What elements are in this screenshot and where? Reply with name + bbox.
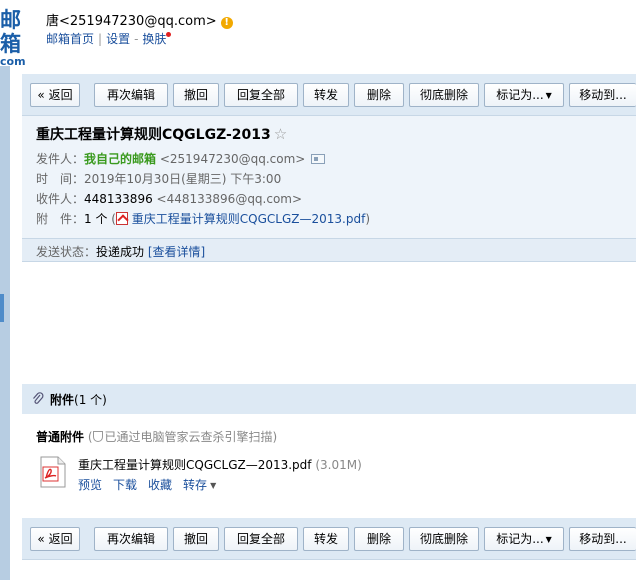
sender-name[interactable]: 我自己的邮箱 [84,152,156,166]
attachment-link[interactable]: 重庆工程量计算规则CQGCLGZ—2013.pdf [132,212,366,226]
recall-button[interactable]: 撤回 [173,527,219,551]
attachments-title: 附件(1 个) [50,391,107,408]
mail-toolbar-top: « 返回 再次编辑 撤回 回复全部 转发 删除 彻底删除 标记为... ▼ 移动到… [22,74,636,116]
left-sidebar-edge [0,66,10,580]
back-button[interactable]: « 返回 [30,527,80,551]
star-icon[interactable]: ☆ [274,125,287,143]
mailbox-home-link[interactable]: 邮箱首页 [46,32,94,46]
link-separator: | [98,32,103,46]
delete-permanently-button[interactable]: 彻底删除 [409,527,479,551]
attachments-count: (1 个) [74,393,107,407]
logo-text: 邮箱 [0,8,21,56]
mail-header: 重庆工程量计算规则CQGLGZ-2013 ☆ 发件人：我自己的邮箱 <251947… [22,116,636,238]
attachments-body: 普通附件 ( 已通过电脑管家云查杀引擎扫描) 重庆工程量计算规则CQGCLGZ—2… [22,414,636,518]
attachments-heading: 附件 [50,393,75,407]
recipient-row: 收件人：448133896 <448133896@qq.com> [36,190,302,207]
sender-address: <251947230@qq.com> [159,152,306,166]
top-links: 邮箱首页 | 设置 - 换肤 [46,30,172,47]
attachment-actions: 预览 下载 收藏 转存 ▼ [78,476,216,493]
delete-button[interactable]: 删除 [354,527,404,551]
attachment-label: 附 件： [36,212,85,226]
paperclip-icon [33,392,44,404]
mail-view: « 返回 再次编辑 撤回 回复全部 转发 删除 彻底删除 标记为... ▼ 移动到… [22,66,636,580]
view-details-link[interactable]: [查看详情] [148,245,205,259]
scan-note: 已通过电脑管家云查杀引擎扫描 [104,430,273,444]
account-info: 唐<251947230@qq.com>! [46,10,233,29]
attachments-header: 附件(1 个) [22,384,636,414]
change-skin-link[interactable]: 换肤 [142,32,166,46]
reply-all-button[interactable]: 回复全部 [224,83,298,107]
mark-as-dropdown[interactable]: 标记为... ▼ [484,83,564,107]
chevron-down-icon: ▼ [545,91,552,100]
subject-text: 重庆工程量计算规则CQGLGZ-2013 [36,127,271,143]
recipient-address: <448133896@qq.com> [156,192,303,206]
recipient-name[interactable]: 448133896 [84,192,153,206]
contact-card-icon[interactable] [311,154,326,164]
delete-permanently-button[interactable]: 彻底删除 [409,83,479,107]
link-separator: - [134,32,139,46]
delete-button[interactable]: 删除 [354,83,404,107]
sender-row: 发件人：我自己的邮箱 <251947230@qq.com> [36,150,326,167]
time-row: 时 间：2019年10月30日(星期三) 下午3:00 [36,170,281,187]
attachment-kind-row: 普通附件 ( 已通过电脑管家云查杀引擎扫描) [36,428,277,445]
download-link[interactable]: 下载 [113,478,137,492]
reply-all-button[interactable]: 回复全部 [224,527,298,551]
content-frame: « 返回 再次编辑 撤回 回复全部 转发 删除 彻底删除 标记为... ▼ 移动到… [0,66,636,580]
recall-button[interactable]: 撤回 [173,83,219,107]
favorite-link[interactable]: 收藏 [148,478,172,492]
mail-toolbar-bottom: « 返回 再次编辑 撤回 回复全部 转发 删除 彻底删除 标记为... ▼ 移动到… [22,518,636,560]
chevron-down-icon[interactable]: ▼ [210,481,216,490]
pdf-file-icon [115,212,128,225]
attachment-count: 1 个 [84,212,108,226]
re-edit-button[interactable]: 再次编辑 [94,527,168,551]
forward-button[interactable]: 转发 [303,83,349,107]
move-to-dropdown[interactable]: 移动到... [569,527,636,551]
back-button[interactable]: « 返回 [30,83,80,107]
time-value: 2019年10月30日(星期三) 下午3:00 [84,172,282,186]
status-value: 投递成功 [96,245,145,259]
settings-link[interactable]: 设置 [106,32,130,46]
mark-as-dropdown[interactable]: 标记为... ▼ [484,527,564,551]
attachment-file-size: (3.01M) [315,458,362,472]
save-to-link[interactable]: 转存 [183,478,207,492]
mark-as-label: 标记为... [496,532,544,546]
chevron-down-icon: ▼ [545,535,552,544]
status-label: 发送状态： [36,245,97,259]
recipient-label: 收件人： [36,192,85,206]
move-to-dropdown[interactable]: 移动到... [569,83,636,107]
left-gap [10,66,22,580]
send-status-bar: 发送状态：投递成功 [查看详情] [22,238,636,262]
scan-paren-open: ( [87,430,93,444]
scan-paren-close: ) [272,430,278,444]
time-label: 时 间： [36,172,85,186]
new-dot-icon [166,32,172,37]
mark-as-label: 标记为... [496,88,544,102]
attachment-kind: 普通附件 [36,430,85,444]
attachment-file-row: 重庆工程量计算规则CQGCLGZ—2013.pdf (3.01M) [78,456,362,473]
paren-close: ) [365,212,371,226]
pdf-document-icon[interactable] [40,456,66,488]
warning-icon[interactable]: ! [220,17,233,29]
attachment-file-name[interactable]: 重庆工程量计算规则CQGCLGZ—2013.pdf [78,458,312,472]
qq-mail-logo[interactable]: 邮箱 com [0,8,30,68]
attachment-row: 附 件：1 个 ( 重庆工程量计算规则CQGCLGZ—2013.pdf) [36,210,370,227]
shield-icon [92,431,103,442]
sender-label: 发件人： [36,152,85,166]
preview-link[interactable]: 预览 [78,478,102,492]
mail-subject: 重庆工程量计算规则CQGLGZ-2013 ☆ [36,124,287,144]
forward-button[interactable]: 转发 [303,527,349,551]
send-status-row: 发送状态：投递成功 [查看详情] [36,243,205,260]
sidebar-scroll-handle[interactable] [0,294,4,322]
account-name: 唐<251947230@qq.com> [46,14,217,29]
re-edit-button[interactable]: 再次编辑 [94,83,168,107]
